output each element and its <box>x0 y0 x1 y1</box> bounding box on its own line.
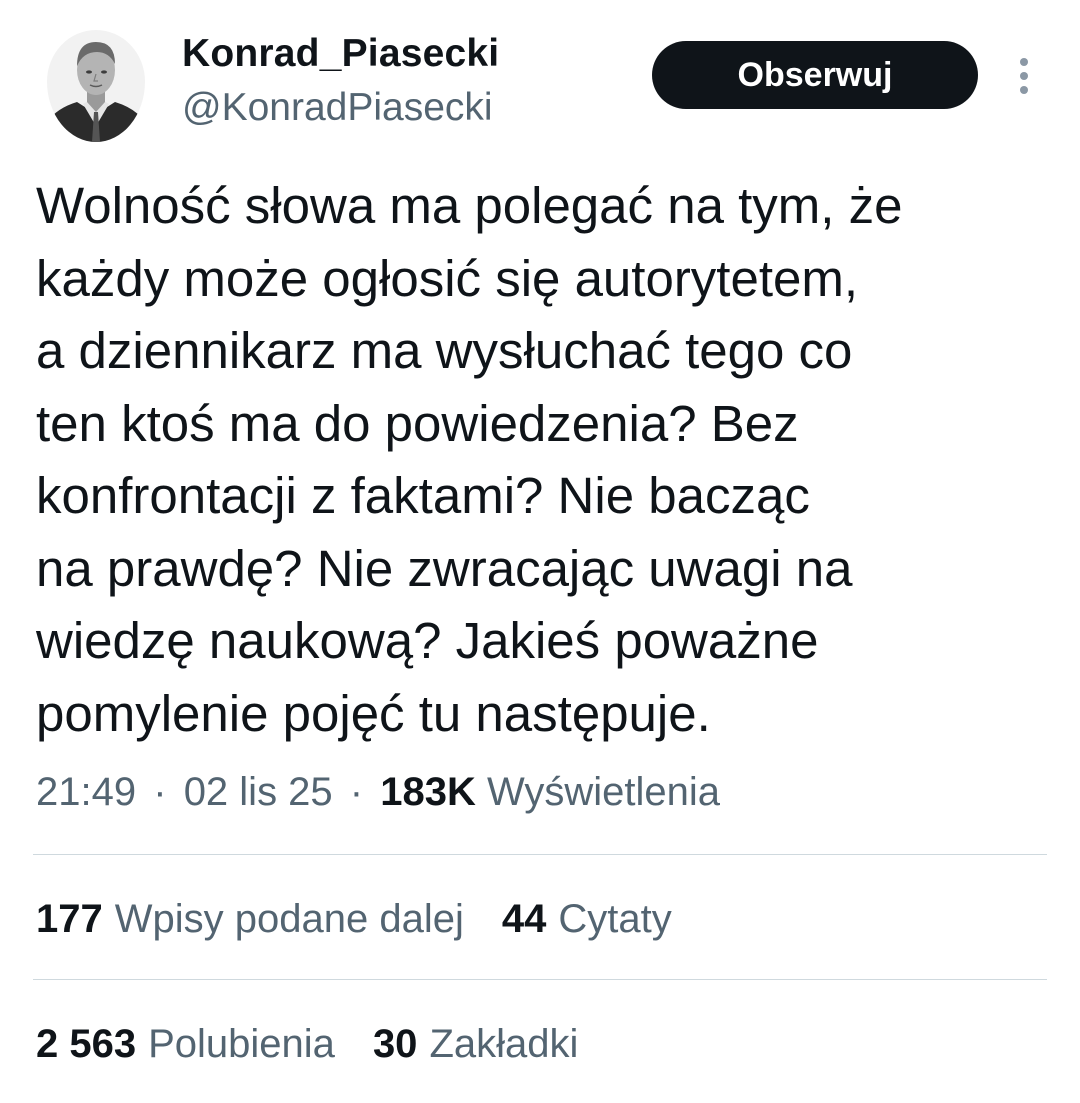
divider <box>33 979 1047 980</box>
tweet-text-line: a dziennikarz ma wysłuchać tego co <box>36 322 853 379</box>
meta-separator: · <box>349 770 364 814</box>
tweet-text-line: Wolność słowa ma polegać na tym, że <box>36 177 903 234</box>
more-options-button[interactable] <box>1008 56 1040 96</box>
likes-stat[interactable]: 2 563 Polubienia <box>36 1022 335 1067</box>
tweet-time[interactable]: 21:49 <box>36 770 136 814</box>
tweet-text-line: pomylenie pojęć tu następuje. <box>36 684 711 742</box>
likes-count: 2 563 <box>36 1022 137 1066</box>
avatar-portrait-image <box>47 30 145 142</box>
quotes-count: 44 <box>501 897 547 941</box>
bookmarks-label: Zakładki <box>429 1022 579 1066</box>
reposts-label: Wpisy podane dalej <box>114 897 464 941</box>
tweet-body: Wolność słowa ma polegać na tym, że każd… <box>36 170 1046 750</box>
views-count: 183K <box>380 770 476 814</box>
user-display-name[interactable]: Konrad_Piasecki <box>182 32 499 76</box>
reposts-stat[interactable]: 177 Wpisy podane dalej <box>36 897 464 942</box>
views-label: Wyświetlenia <box>487 770 721 814</box>
tweet-text-line: każdy może ogłosić się autorytetem, <box>36 249 859 307</box>
likes-label: Polubienia <box>148 1022 335 1066</box>
bookmarks-stat[interactable]: 30 Zakładki <box>373 1022 578 1067</box>
stats-row-shares: 177 Wpisy podane dalej 44 Cytaty <box>36 897 710 942</box>
bookmarks-count: 30 <box>372 1022 418 1066</box>
tweet-date[interactable]: 02 lis 25 <box>184 770 333 814</box>
divider <box>33 854 1047 855</box>
tweet-meta: 21:49 · 02 lis 25 · 183K Wyświetlenia <box>36 770 720 815</box>
follow-button[interactable]: Obserwuj <box>652 41 978 109</box>
avatar[interactable] <box>47 30 145 142</box>
tweet-header: Konrad_Piasecki @KonradPiasecki Obserwuj <box>0 0 1080 150</box>
tweet-text-line: ten ktoś ma do powiedzenia? Bez <box>36 394 799 452</box>
quotes-stat[interactable]: 44 Cytaty <box>502 897 672 942</box>
vertical-dots-icon <box>1020 58 1028 94</box>
meta-separator: · <box>153 770 167 814</box>
stats-row-reactions: 2 563 Polubienia 30 Zakładki <box>36 1022 616 1067</box>
reposts-count: 177 <box>36 897 103 941</box>
tweet-text-line: konfrontacji z faktami? Nie bacząc <box>36 467 810 524</box>
quotes-label: Cytaty <box>558 897 672 941</box>
tweet-text-line: wiedzę naukową? Jakieś poważne <box>36 612 819 669</box>
user-handle[interactable]: @KonradPiasecki <box>182 86 493 130</box>
tweet-text-line: na prawdę? Nie zwracając uwagi na <box>36 539 853 597</box>
